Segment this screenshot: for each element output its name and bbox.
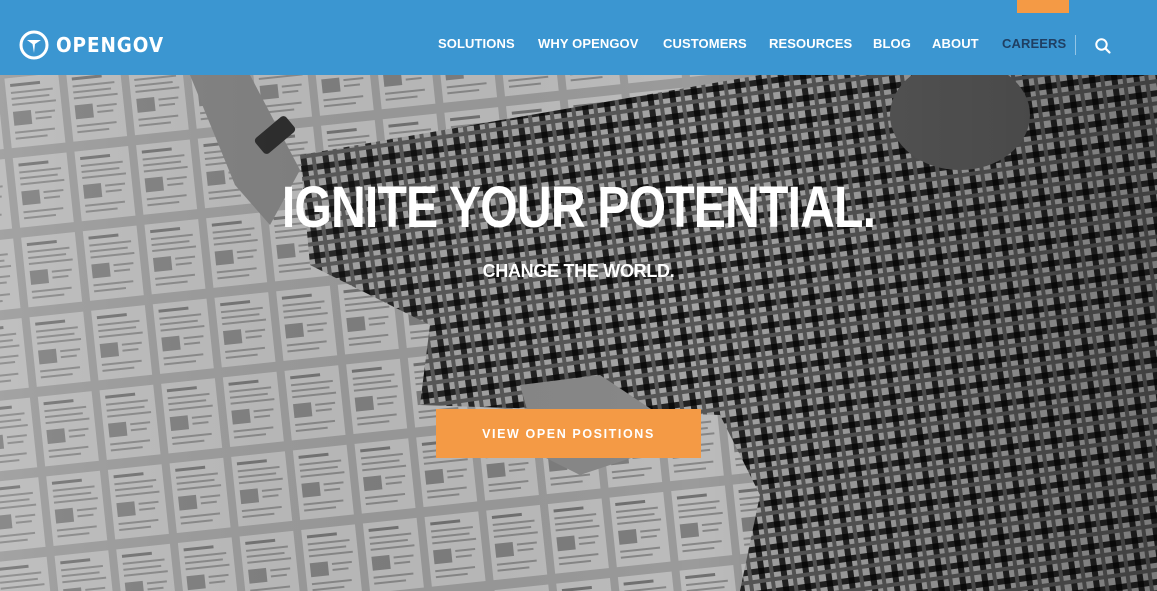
nav-item-resources[interactable]: RESOURCES bbox=[769, 36, 852, 51]
nav-item-careers[interactable]: CAREERS bbox=[1002, 36, 1066, 51]
nav-item-why-opengov[interactable]: WHY OPENGOV bbox=[538, 36, 639, 51]
top-utility-button[interactable] bbox=[1017, 0, 1069, 13]
site-header: OPENGOV SOLUTIONS WHY OPENGOV CUSTOMERS … bbox=[0, 0, 1157, 75]
opengov-logo-icon bbox=[19, 30, 49, 60]
nav-divider bbox=[1075, 35, 1076, 55]
hero-overlay bbox=[0, 75, 1157, 591]
page: OPENGOV SOLUTIONS WHY OPENGOV CUSTOMERS … bbox=[0, 0, 1157, 591]
search-icon[interactable] bbox=[1094, 37, 1112, 55]
nav-item-about[interactable]: ABOUT bbox=[932, 36, 979, 51]
nav-item-solutions[interactable]: SOLUTIONS bbox=[438, 36, 515, 51]
opengov-logo[interactable]: OPENGOV bbox=[19, 29, 173, 61]
nav-item-customers[interactable]: CUSTOMERS bbox=[663, 36, 747, 51]
hero-subtitle: CHANGE THE WORLD. bbox=[482, 261, 675, 281]
hero-section: IGNITE YOUR POTENTIAL. CHANGE THE WORLD.… bbox=[0, 75, 1157, 591]
view-open-positions-button[interactable]: VIEW OPEN POSITIONS bbox=[436, 409, 701, 458]
brand-name: OPENGOV bbox=[56, 33, 165, 57]
nav-item-blog[interactable]: BLOG bbox=[873, 36, 911, 51]
hero-title: IGNITE YOUR POTENTIAL. bbox=[281, 175, 876, 240]
